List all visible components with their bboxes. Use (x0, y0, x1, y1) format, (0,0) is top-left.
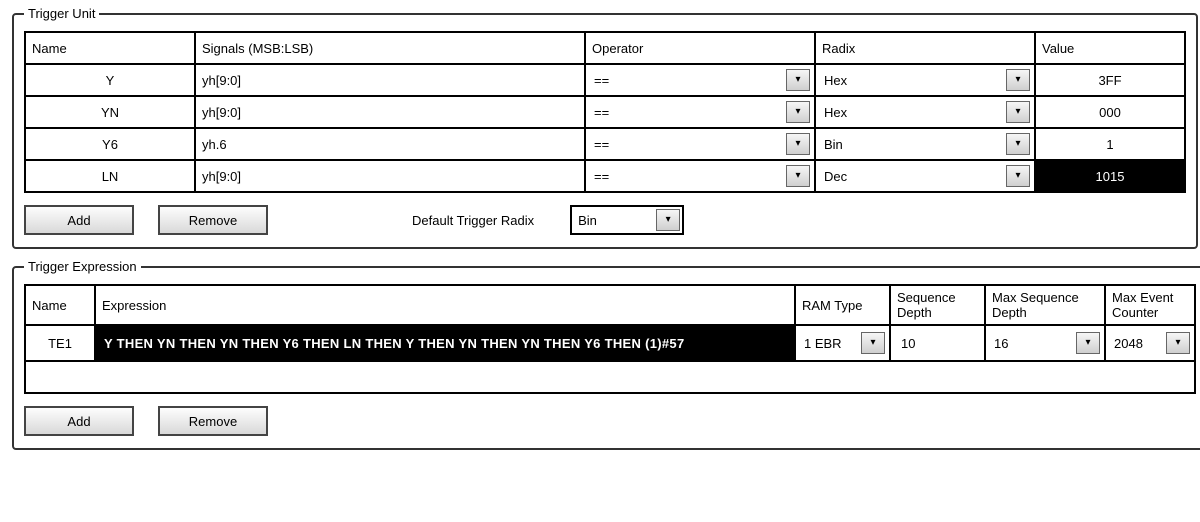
trigger-unit-group: Trigger Unit Name Signals (MSB:LSB) Oper… (12, 6, 1198, 249)
te-max-event-counter-value: 2048 (1108, 336, 1166, 351)
tu-row: Y yh[9:0] == ▾ Hex ▾ 3FF (25, 64, 1185, 96)
te-header-expression: Expression (95, 285, 795, 325)
tu-operator-select[interactable]: == ▾ (585, 128, 815, 160)
tu-name-cell[interactable]: LN (25, 160, 195, 192)
tu-radix-value: Bin (818, 137, 1006, 152)
chevron-down-icon[interactable]: ▾ (786, 101, 810, 123)
tu-operator-select[interactable]: == ▾ (585, 160, 815, 192)
trigger-unit-table: Name Signals (MSB:LSB) Operator Radix Va… (24, 31, 1186, 193)
te-header-seq-depth: Sequence Depth (890, 285, 985, 325)
tu-operator-select[interactable]: == ▾ (585, 64, 815, 96)
tu-signals-cell[interactable]: yh.6 (195, 128, 585, 160)
te-ram-type-select[interactable]: 1 EBR ▾ (795, 325, 890, 361)
tu-signals-cell[interactable]: yh[9:0] (195, 64, 585, 96)
tu-header-radix: Radix (815, 32, 1035, 64)
chevron-down-icon[interactable]: ▾ (1166, 332, 1190, 354)
chevron-down-icon[interactable]: ▾ (786, 133, 810, 155)
tu-value-cell[interactable]: 000 (1035, 96, 1185, 128)
trigger-expression-table: Name Expression RAM Type Sequence Depth … (24, 284, 1196, 394)
trigger-expression-group: Trigger Expression Name Expression RAM T… (12, 259, 1200, 450)
tu-name-cell[interactable]: Y6 (25, 128, 195, 160)
tu-signals-cell[interactable]: yh[9:0] (195, 96, 585, 128)
te-empty-row (25, 361, 1195, 393)
tu-radix-select[interactable]: Hex ▾ (815, 64, 1035, 96)
tu-operator-value: == (588, 73, 786, 88)
te-header-ram-type: RAM Type (795, 285, 890, 325)
te-ram-type-value: 1 EBR (798, 336, 861, 351)
default-trigger-radix-value: Bin (572, 213, 656, 228)
te-max-event-counter-select[interactable]: 2048 ▾ (1105, 325, 1195, 361)
tu-add-button[interactable]: Add (24, 205, 134, 235)
te-header-max-seq-depth: Max Sequence Depth (985, 285, 1105, 325)
chevron-down-icon[interactable]: ▾ (1006, 101, 1030, 123)
trigger-expression-legend: Trigger Expression (24, 259, 141, 274)
te-name-cell[interactable]: TE1 (25, 325, 95, 361)
tu-signals-cell[interactable]: yh[9:0] (195, 160, 585, 192)
tu-name-cell[interactable]: YN (25, 96, 195, 128)
te-max-seq-depth-value: 16 (988, 336, 1076, 351)
chevron-down-icon[interactable]: ▾ (1006, 165, 1030, 187)
tu-value-cell[interactable]: 1 (1035, 128, 1185, 160)
tu-row: LN yh[9:0] == ▾ Dec ▾ 1015 (25, 160, 1185, 192)
trigger-unit-legend: Trigger Unit (24, 6, 99, 21)
tu-radix-select[interactable]: Hex ▾ (815, 96, 1035, 128)
default-trigger-radix-label: Default Trigger Radix (412, 213, 534, 228)
default-trigger-radix-select[interactable]: Bin ▾ (570, 205, 684, 235)
te-max-seq-depth-select[interactable]: 16 ▾ (985, 325, 1105, 361)
tu-name-cell[interactable]: Y (25, 64, 195, 96)
tu-value-cell[interactable]: 3FF (1035, 64, 1185, 96)
tu-header-signals: Signals (MSB:LSB) (195, 32, 585, 64)
tu-header-operator: Operator (585, 32, 815, 64)
tu-operator-value: == (588, 169, 786, 184)
tu-row: YN yh[9:0] == ▾ Hex ▾ 000 (25, 96, 1185, 128)
tu-operator-select[interactable]: == ▾ (585, 96, 815, 128)
chevron-down-icon[interactable]: ▾ (786, 165, 810, 187)
te-empty-area (25, 361, 1195, 393)
te-header-name: Name (25, 285, 95, 325)
te-add-button[interactable]: Add (24, 406, 134, 436)
tu-operator-value: == (588, 105, 786, 120)
te-remove-button[interactable]: Remove (158, 406, 268, 436)
te-seq-depth-input[interactable]: 10 (890, 325, 985, 361)
chevron-down-icon[interactable]: ▾ (1006, 133, 1030, 155)
tu-operator-value: == (588, 137, 786, 152)
chevron-down-icon[interactable]: ▾ (1006, 69, 1030, 91)
chevron-down-icon[interactable]: ▾ (861, 332, 885, 354)
tu-remove-button[interactable]: Remove (158, 205, 268, 235)
te-seq-depth-value: 10 (901, 336, 915, 351)
tu-radix-select[interactable]: Dec ▾ (815, 160, 1035, 192)
tu-header-name: Name (25, 32, 195, 64)
te-expression-cell[interactable]: Y THEN YN THEN YN THEN Y6 THEN LN THEN Y… (95, 325, 795, 361)
chevron-down-icon[interactable]: ▾ (656, 209, 680, 231)
tu-radix-value: Hex (818, 73, 1006, 88)
tu-value-cell[interactable]: 1015 (1035, 160, 1185, 192)
te-row: TE1 Y THEN YN THEN YN THEN Y6 THEN LN TH… (25, 325, 1195, 361)
tu-row: Y6 yh.6 == ▾ Bin ▾ 1 (25, 128, 1185, 160)
tu-header-value: Value (1035, 32, 1185, 64)
tu-radix-value: Hex (818, 105, 1006, 120)
tu-radix-value: Dec (818, 169, 1006, 184)
chevron-down-icon[interactable]: ▾ (1076, 332, 1100, 354)
chevron-down-icon[interactable]: ▾ (786, 69, 810, 91)
tu-radix-select[interactable]: Bin ▾ (815, 128, 1035, 160)
te-header-max-event-counter: Max Event Counter (1105, 285, 1195, 325)
